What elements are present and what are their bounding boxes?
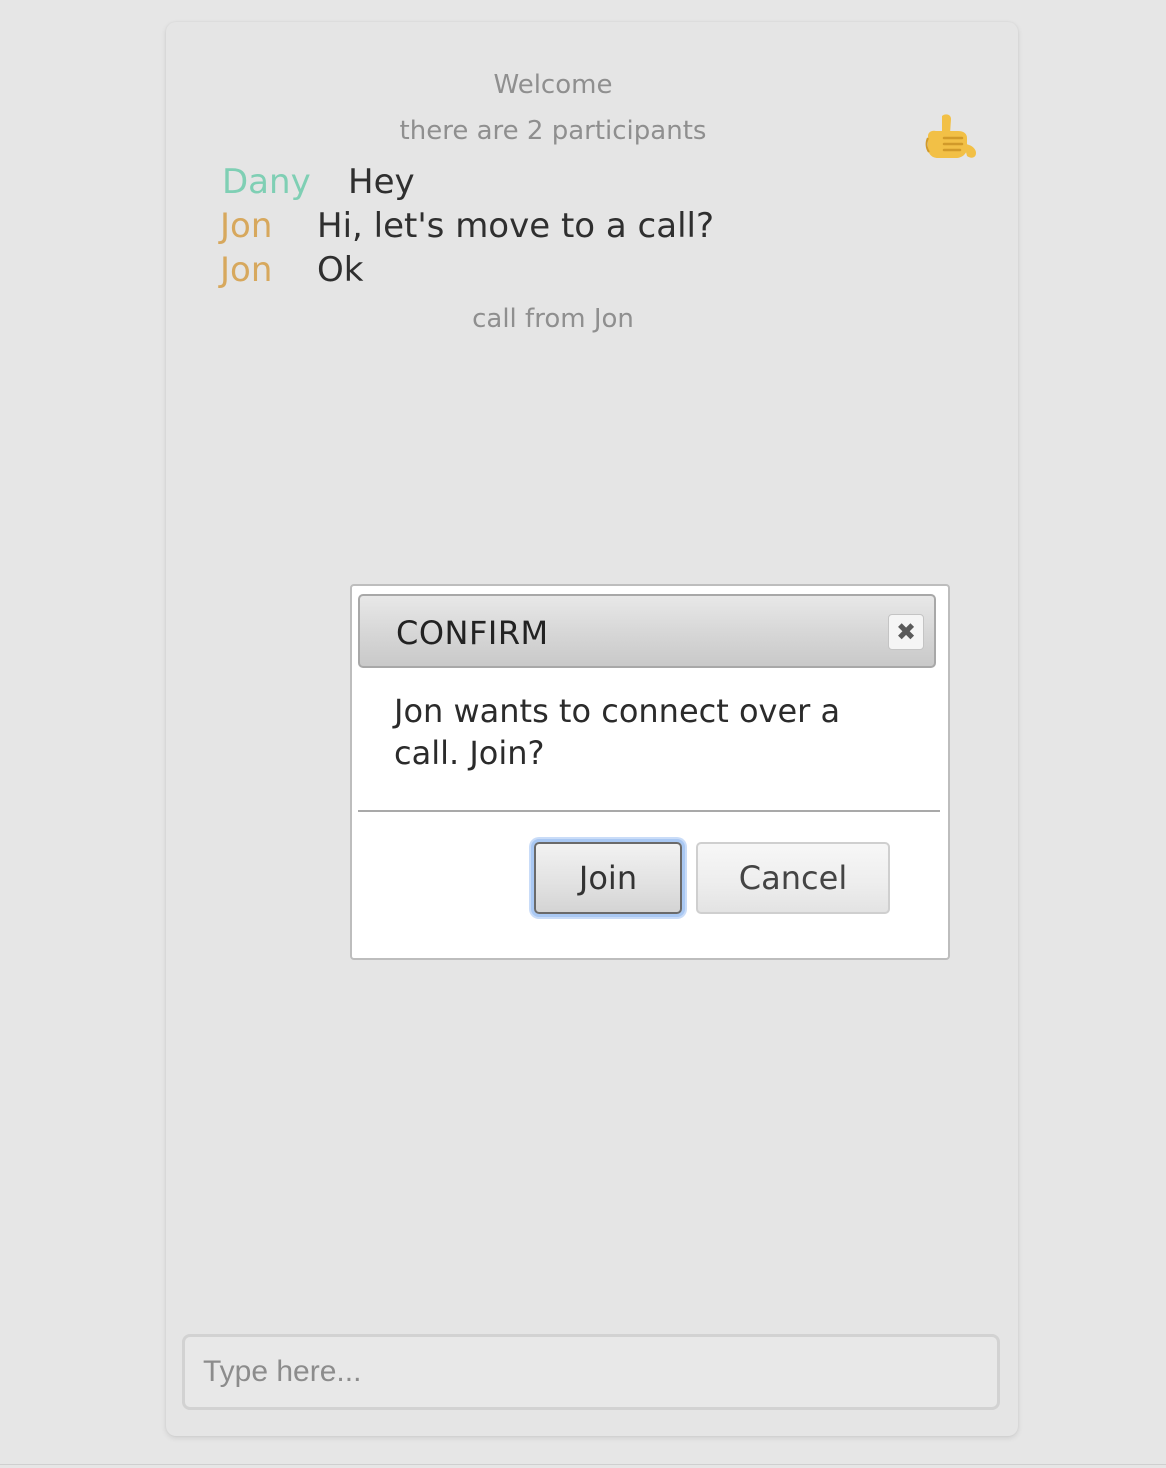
message-text: Hi, let's move to a call? bbox=[317, 206, 715, 246]
message-item: Dany Hey bbox=[220, 160, 714, 204]
message-author: Jon bbox=[220, 250, 273, 290]
dialog-titlebar[interactable]: CONFIRM ✖ bbox=[358, 594, 936, 668]
message-input-box bbox=[182, 1334, 1000, 1410]
message-text: Hey bbox=[348, 162, 415, 202]
dialog-title: CONFIRM bbox=[396, 614, 549, 652]
cancel-button[interactable]: Cancel bbox=[696, 842, 890, 914]
message-list: Dany Hey Jon Hi, let's move to a call? Jon… bbox=[220, 160, 714, 292]
call-me-hand-icon[interactable] bbox=[920, 108, 980, 168]
message-item: Jon Hi, let's move to a call? bbox=[220, 204, 714, 248]
close-icon[interactable]: ✖ bbox=[888, 614, 924, 650]
call-notice: call from Jon bbox=[472, 304, 634, 334]
message-author: Jon bbox=[220, 206, 273, 246]
message-author: Dany bbox=[222, 162, 311, 202]
welcome-text: Welcome bbox=[493, 70, 613, 100]
dialog-message: Jon wants to connect over a call. Join? bbox=[394, 692, 841, 772]
dialog-divider bbox=[358, 810, 940, 812]
participants-count: there are 2 participants bbox=[399, 116, 707, 146]
message-text: Ok bbox=[317, 250, 364, 290]
page-bottom-divider bbox=[0, 1464, 1166, 1465]
message-item: Jon Ok bbox=[220, 248, 714, 292]
page: Welcome there are 2 participants Dany Hey… bbox=[0, 0, 1166, 1468]
join-button[interactable]: Join bbox=[534, 842, 682, 914]
confirm-dialog: CONFIRM ✖ Jon wants to connect over a ca… bbox=[350, 584, 950, 960]
message-input[interactable] bbox=[185, 1337, 997, 1407]
